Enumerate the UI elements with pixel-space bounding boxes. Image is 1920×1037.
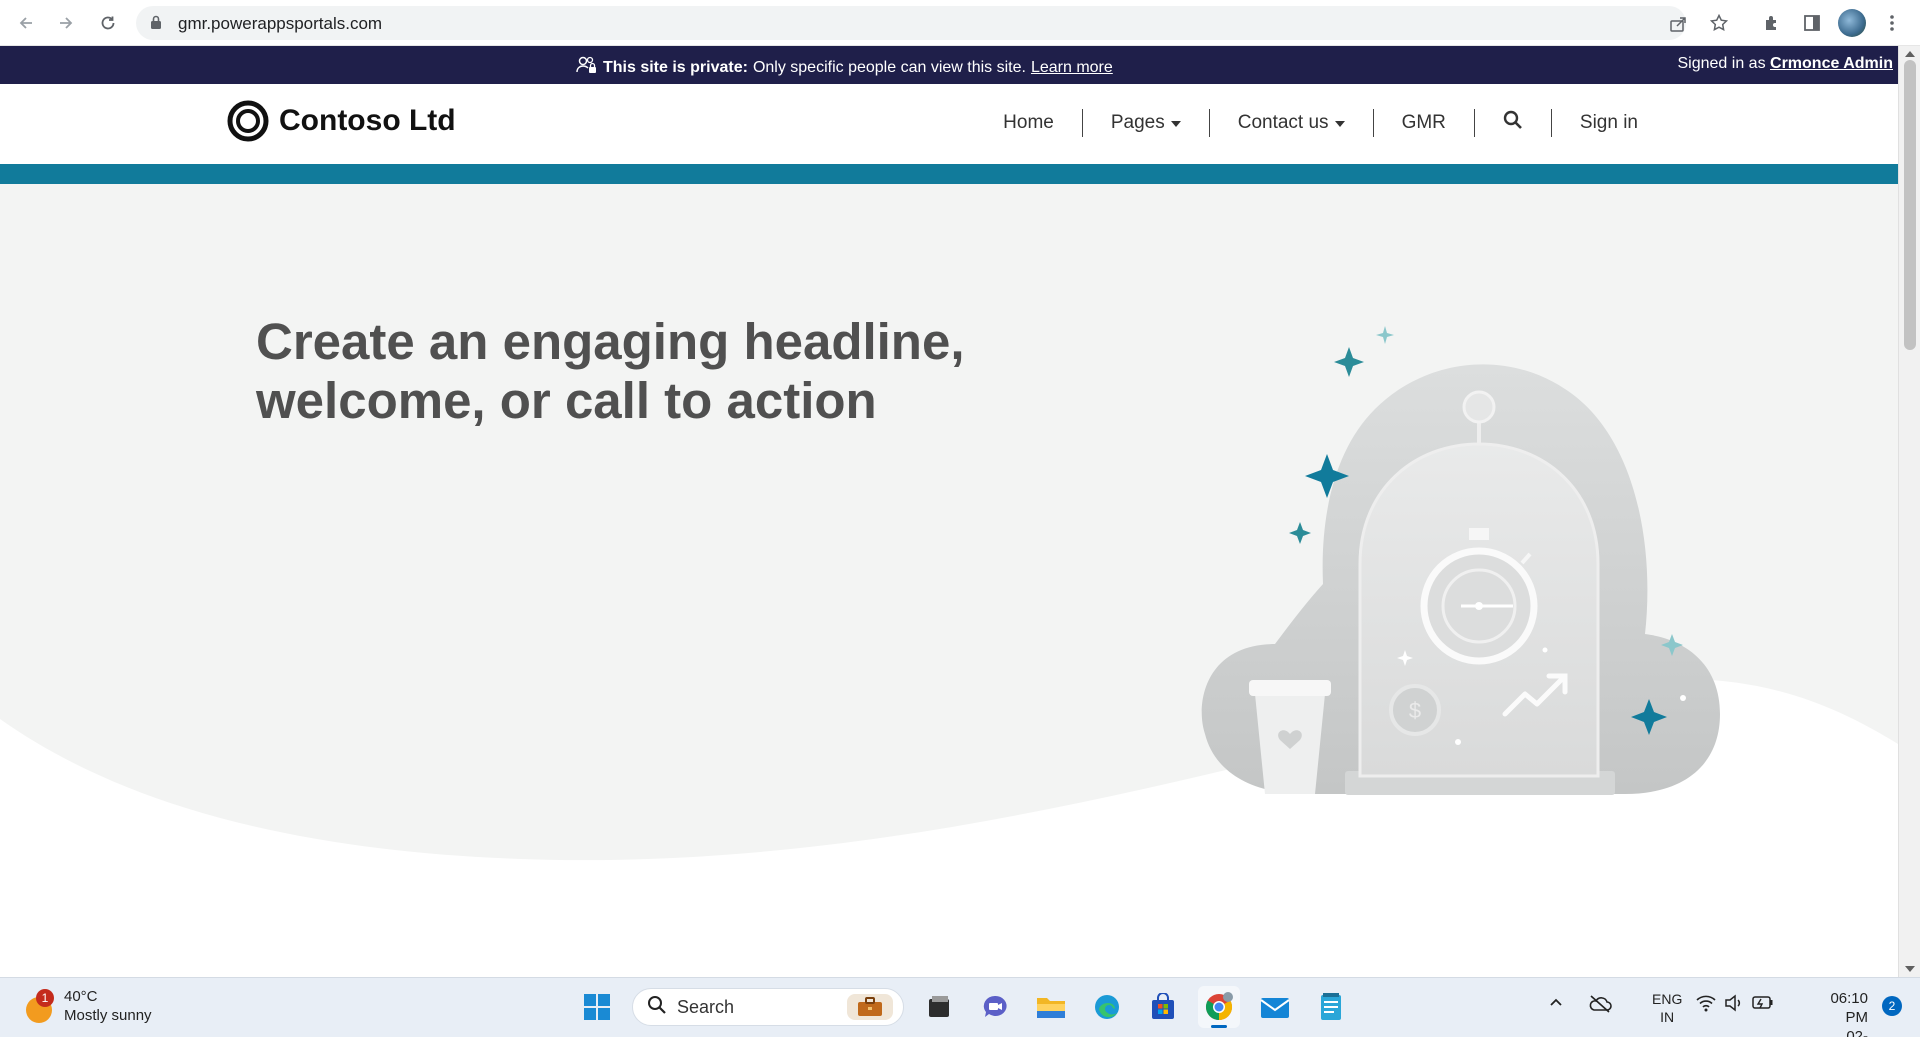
scroll-up-icon[interactable] bbox=[1905, 51, 1915, 57]
signed-in-status: Signed in as Crmonce Admin bbox=[1678, 55, 1894, 73]
back-icon[interactable] bbox=[12, 9, 40, 37]
chevron-down-icon bbox=[1170, 121, 1181, 127]
chevron-down-icon bbox=[1334, 121, 1345, 127]
side-panel-icon[interactable] bbox=[1798, 9, 1826, 37]
private-text: Only specific people can view this site. bbox=[752, 58, 1026, 76]
site-header: Contoso Ltd Home Pages Contact us GMR Si… bbox=[0, 84, 1898, 164]
forward-icon[interactable] bbox=[52, 9, 80, 37]
share-icon[interactable] bbox=[1670, 16, 1688, 37]
weather-text: 40°C Mostly sunny bbox=[64, 987, 152, 1025]
lock-icon[interactable] bbox=[150, 15, 162, 35]
language-line-1: ENG bbox=[1652, 991, 1683, 1007]
clock-date: 02-06-2023 bbox=[1846, 1028, 1868, 1037]
language-indicator[interactable]: ENG IN bbox=[1652, 990, 1682, 1026]
notification-badge[interactable]: 2 bbox=[1882, 996, 1902, 1016]
nav-home[interactable]: Home bbox=[975, 108, 1082, 138]
menu-icon[interactable] bbox=[1878, 9, 1906, 37]
teams-chat-icon[interactable] bbox=[974, 986, 1016, 1028]
url-text[interactable]: gmr.powerappsportals.com bbox=[178, 14, 382, 34]
search-button[interactable] bbox=[1475, 108, 1551, 138]
windows-start-icon[interactable] bbox=[576, 986, 618, 1028]
contoso-logo-icon bbox=[227, 100, 269, 142]
file-manager-icon[interactable] bbox=[918, 986, 960, 1028]
search-icon bbox=[1503, 110, 1523, 136]
chrome-icon[interactable] bbox=[1198, 986, 1240, 1028]
nav-gmr[interactable]: GMR bbox=[1374, 108, 1474, 138]
store-icon[interactable] bbox=[1142, 986, 1184, 1028]
nav-contact-us[interactable]: Contact us bbox=[1210, 108, 1373, 138]
weather-desc: Mostly sunny bbox=[64, 1007, 152, 1024]
scroll-thumb[interactable] bbox=[1904, 60, 1916, 350]
scroll-down-icon[interactable] bbox=[1905, 966, 1915, 972]
site-nav: Home Pages Contact us GMR Sign in bbox=[975, 108, 1666, 138]
nav-gmr-label: GMR bbox=[1401, 112, 1446, 133]
language-line-2: IN bbox=[1660, 1009, 1675, 1025]
notepad-icon[interactable] bbox=[1310, 986, 1352, 1028]
battery-icon[interactable] bbox=[1752, 994, 1774, 1015]
extensions-icon[interactable] bbox=[1758, 9, 1786, 37]
brand-name: Contoso Ltd bbox=[279, 104, 456, 137]
active-app-indicator bbox=[1211, 1025, 1227, 1028]
briefcase-icon bbox=[847, 994, 893, 1020]
brand[interactable]: Contoso Ltd bbox=[227, 100, 456, 142]
wifi-icon[interactable] bbox=[1696, 994, 1716, 1017]
address-bar[interactable]: gmr.powerappsportals.com bbox=[136, 6, 1729, 40]
file-explorer-icon[interactable] bbox=[1030, 986, 1072, 1028]
weather-alert-badge: 1 bbox=[36, 989, 54, 1007]
private-site-banner: This site is private: Only specific peop… bbox=[0, 46, 1898, 84]
volume-icon[interactable] bbox=[1724, 994, 1744, 1017]
onedrive-offline-icon[interactable] bbox=[1588, 994, 1612, 1019]
browser-toolbar: gmr.powerappsportals.com bbox=[0, 0, 1920, 46]
taskbar-search[interactable]: Search bbox=[632, 988, 904, 1026]
private-people-icon bbox=[576, 55, 598, 80]
svg-text:$: $ bbox=[1409, 698, 1421, 723]
private-label: This site is private: bbox=[603, 58, 748, 76]
profile-avatar[interactable] bbox=[1838, 9, 1866, 37]
signed-in-prefix: Signed in as bbox=[1677, 55, 1766, 72]
chevron-up-icon[interactable] bbox=[1548, 994, 1564, 1015]
nav-pages[interactable]: Pages bbox=[1083, 108, 1209, 138]
mail-icon[interactable] bbox=[1254, 986, 1296, 1028]
nav-home-label: Home bbox=[1003, 112, 1054, 133]
hero-headline-line-2: welcome, or call to action bbox=[256, 372, 877, 429]
learn-more-link[interactable]: Learn more bbox=[1031, 59, 1113, 77]
clock[interactable]: 06:10 PM 02-06-2023 bbox=[1830, 989, 1868, 1037]
edge-icon[interactable] bbox=[1086, 986, 1128, 1028]
hero-headline-line-1: Create an engaging headline, bbox=[256, 313, 965, 370]
taskbar: 1 40°C Mostly sunny Search ENG IN 06:10 … bbox=[0, 977, 1920, 1037]
page-scrollbar[interactable] bbox=[1898, 46, 1920, 977]
weather-widget[interactable]: 1 40°C Mostly sunny bbox=[24, 987, 152, 1025]
star-icon[interactable] bbox=[1709, 13, 1729, 37]
nav-pages-label: Pages bbox=[1110, 112, 1165, 133]
taskbar-apps: Search bbox=[576, 986, 1352, 1028]
clock-time: 06:10 PM bbox=[1830, 990, 1868, 1026]
weather-temp: 40°C bbox=[64, 988, 98, 1005]
user-name-link[interactable]: Crmonce Admin bbox=[1770, 55, 1893, 72]
accent-strip bbox=[0, 164, 1898, 184]
sign-in-link[interactable]: Sign in bbox=[1552, 108, 1666, 138]
nav-contact-label: Contact us bbox=[1237, 112, 1329, 133]
hero-section: Create an engaging headline, welcome, or… bbox=[0, 184, 1898, 977]
hero-headline: Create an engaging headline, welcome, or… bbox=[256, 312, 1016, 430]
sign-in-label: Sign in bbox=[1579, 112, 1638, 133]
weather-sun-icon: 1 bbox=[24, 989, 54, 1023]
reload-icon[interactable] bbox=[94, 9, 122, 37]
stopwatch-illustration: $ bbox=[1201, 326, 1720, 795]
private-notice: This site is private: Only specific peop… bbox=[576, 55, 1113, 80]
search-placeholder: Search bbox=[677, 996, 735, 1017]
profile-picture bbox=[1838, 9, 1866, 37]
search-icon bbox=[647, 995, 667, 1020]
